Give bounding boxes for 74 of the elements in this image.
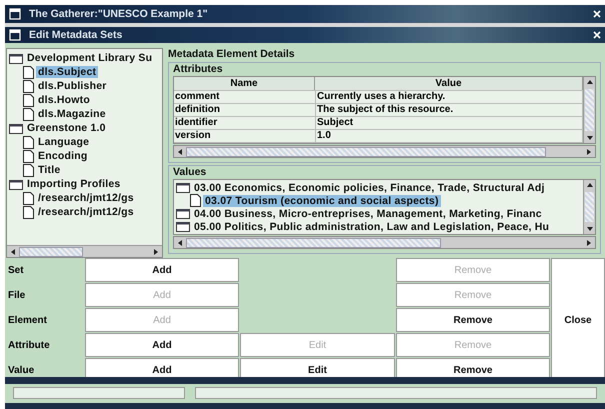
document-icon [23, 136, 34, 148]
document-icon [23, 66, 34, 78]
folder-icon [176, 182, 190, 193]
tree-item[interactable]: Development Library Su [25, 52, 154, 64]
document-icon [23, 206, 34, 218]
tree-item[interactable]: /research/jmt12/gs [36, 206, 136, 218]
table-cell: definition [174, 104, 316, 116]
action-button[interactable]: Add [85, 358, 239, 377]
close-button[interactable]: Close [551, 258, 605, 377]
close-icon[interactable] [593, 10, 601, 18]
tree-item[interactable]: Importing Profiles [25, 178, 122, 190]
window-menu-icon[interactable] [9, 8, 21, 20]
horizontal-scrollbar[interactable] [173, 236, 596, 249]
dialog-title: Edit Metadata Sets [29, 29, 124, 41]
folder-icon [9, 122, 23, 134]
right-arrow-icon[interactable] [153, 248, 159, 254]
row-label: Attribute [7, 340, 51, 350]
tree-item[interactable]: Title [36, 164, 62, 176]
folder-icon [176, 221, 190, 232]
tree-item[interactable]: dls.Subject [36, 66, 98, 78]
action-button[interactable]: Edit [240, 358, 395, 377]
document-icon [23, 80, 34, 92]
horizontal-scrollbar[interactable] [7, 245, 162, 257]
down-arrow-icon[interactable] [586, 135, 592, 141]
action-button[interactable]: Remove [396, 308, 550, 332]
row-label: File [7, 290, 26, 300]
document-icon [23, 150, 34, 162]
group-title: Values [173, 166, 208, 178]
tree-item[interactable]: dls.Publisher [36, 80, 109, 92]
tree-item[interactable]: Encoding [36, 150, 90, 162]
table-cell: identifier [174, 117, 316, 129]
tree-item[interactable]: 03.07 Tourism (economic and social aspects) [203, 194, 441, 206]
tree-item[interactable]: 05.00 Politics, Public administration, Law and Legislation, Peace, Hu [192, 220, 552, 232]
document-icon [23, 108, 34, 120]
window-title: The Gatherer:"UNESCO Example 1" [29, 8, 209, 20]
tree-item[interactable]: /research/jmt12/gs [36, 192, 136, 204]
folder-icon [9, 52, 23, 64]
tree-item[interactable]: Greenstone 1.0 [25, 122, 108, 134]
tree-item[interactable]: 04.00 Business, Micro-entreprises, Management, Marketing, Financ [192, 208, 544, 220]
table-cell: version [174, 130, 316, 142]
horizontal-scrollbar[interactable] [173, 145, 596, 158]
left-arrow-icon[interactable] [10, 248, 16, 254]
document-icon [190, 194, 201, 207]
group-title: Attributes [173, 63, 224, 75]
document-icon [23, 192, 34, 204]
right-arrow-icon[interactable] [586, 148, 592, 154]
tree-item[interactable]: Language [36, 136, 92, 148]
left-arrow-icon[interactable] [177, 240, 183, 246]
row-label: Element [7, 314, 48, 326]
tree-item[interactable]: dls.Magazine [36, 108, 108, 120]
document-icon [23, 94, 34, 106]
action-button[interactable]: Add [85, 333, 239, 357]
folder-icon [9, 178, 23, 190]
table-cell: comment [174, 91, 316, 103]
tree-item[interactable]: 03.00 Economics, Economic policies, Finance, Trade, Structural Adj [192, 182, 547, 194]
tree-item[interactable]: dls.Howto [36, 94, 92, 106]
window-menu-icon[interactable] [9, 29, 21, 41]
down-arrow-icon[interactable] [586, 226, 592, 232]
left-arrow-icon[interactable] [177, 148, 183, 154]
vertical-scrollbar[interactable] [583, 180, 595, 234]
up-arrow-icon[interactable] [586, 182, 592, 188]
row-label: Value [7, 364, 36, 376]
up-arrow-icon[interactable] [586, 79, 592, 85]
column-header[interactable]: Name [174, 77, 315, 90]
panel-title: Metadata Element Details [168, 48, 296, 60]
action-button[interactable]: Remove [396, 358, 550, 377]
vertical-scrollbar[interactable] [583, 77, 595, 143]
close-icon[interactable] [593, 31, 601, 39]
folder-icon [176, 208, 190, 219]
row-label: Set [7, 264, 25, 276]
dropdown-field[interactable] [13, 387, 185, 399]
action-button[interactable]: Add [85, 258, 239, 282]
document-icon [23, 164, 34, 176]
right-arrow-icon[interactable] [586, 240, 592, 246]
